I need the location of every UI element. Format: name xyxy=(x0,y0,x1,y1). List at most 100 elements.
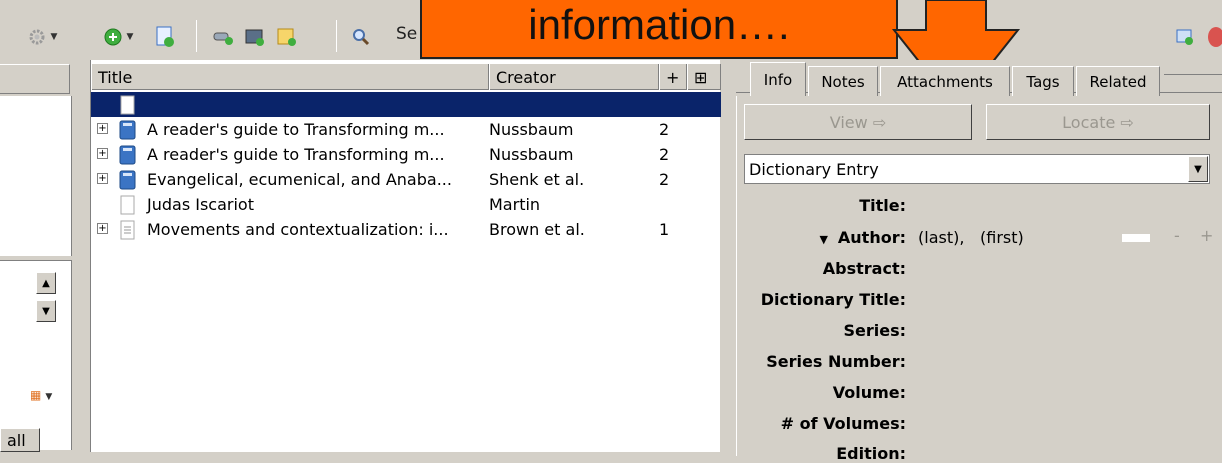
magic-wand-icon xyxy=(213,32,233,45)
table-row[interactable]: + A reader's guide to Transforming m... Nu… xyxy=(91,117,721,142)
tab-info-label: Info xyxy=(763,70,793,89)
field-author-text: Author: xyxy=(837,228,906,247)
remove-creator-button[interactable]: - xyxy=(1174,226,1180,245)
window-icon xyxy=(1176,29,1193,45)
item-pane: Info Notes Attachments Tags Related View… xyxy=(724,60,1222,463)
field-volume-label: Volume: xyxy=(832,383,906,402)
tab-tags-label: Tags xyxy=(1026,72,1060,91)
view-button-label: View ⇨ xyxy=(829,112,887,132)
book-icon xyxy=(119,120,136,140)
actions-menu-button[interactable]: ▼ xyxy=(20,24,64,50)
creator-menu-icon[interactable]: ▼ xyxy=(819,233,827,246)
deselect-all-label: all xyxy=(7,430,26,450)
expand-toggle-icon[interactable]: + xyxy=(97,123,108,134)
table-row[interactable]: Judas Iscariot Martin xyxy=(91,192,721,217)
item-creator: Brown et al. xyxy=(489,220,585,239)
author-first-field[interactable]: (first) xyxy=(980,228,1024,247)
chevron-up-icon: ▲ xyxy=(42,277,50,289)
locate-button[interactable]: Locate ⇨ xyxy=(986,104,1210,140)
item-child-count: 2 xyxy=(659,145,670,164)
tab-related[interactable]: Related xyxy=(1076,66,1160,96)
new-from-file-button[interactable] xyxy=(150,24,180,50)
field-num-volumes-label: # of Volumes: xyxy=(780,414,906,433)
expand-toggle-icon[interactable]: + xyxy=(97,223,108,234)
tag-selector-menu[interactable]: ▦ ▼ xyxy=(30,388,52,402)
book-icon xyxy=(119,170,136,190)
close-pane-button[interactable] xyxy=(1204,24,1222,50)
new-note-icon xyxy=(277,28,296,46)
table-row[interactable]: + A reader's guide to Transforming m... Nu… xyxy=(91,142,721,167)
chevron-down-icon: ▼ xyxy=(42,305,50,317)
field-edition-label: Edition: xyxy=(836,444,906,463)
new-item-button[interactable]: ▼ xyxy=(96,24,140,50)
tab-row-line xyxy=(1164,74,1222,75)
chevron-down-icon: ▼ xyxy=(1194,163,1202,175)
callout-text: information…. xyxy=(528,1,790,48)
add-by-identifier-button[interactable] xyxy=(208,24,238,50)
item-type-value: Dictionary Entry xyxy=(749,159,879,179)
new-note-button[interactable] xyxy=(272,24,302,50)
column-title[interactable]: Title xyxy=(91,64,489,90)
item-type-select[interactable]: Dictionary Entry ▼ xyxy=(744,154,1210,184)
items-column-header: Title Creator + ⊞ xyxy=(91,64,721,90)
view-button[interactable]: View ⇨ xyxy=(744,104,972,140)
field-series-label: Series: xyxy=(843,321,906,340)
locate-button-label: Locate ⇨ xyxy=(1062,112,1134,132)
scroll-up-button[interactable]: ▲ xyxy=(36,272,56,294)
item-creator: Shenk et al. xyxy=(489,170,585,189)
deselect-all-button[interactable]: all xyxy=(0,428,40,452)
item-title: A reader's guide to Transforming m... xyxy=(147,145,445,164)
add-creator-button[interactable]: + xyxy=(1200,226,1213,245)
author-last-field[interactable]: (last), xyxy=(918,228,964,247)
creator-mode-toggle[interactable] xyxy=(1122,234,1150,242)
expand-toggle-icon[interactable]: + xyxy=(97,173,108,184)
annotation-callout: information…. xyxy=(420,0,898,59)
attachment-button[interactable] xyxy=(240,24,270,50)
field-abstract-label: Abstract: xyxy=(822,259,906,278)
items-pane: Title Creator + ⊞ + A reader's guide to T… xyxy=(90,60,721,452)
scroll-down-button[interactable]: ▼ xyxy=(36,300,56,322)
item-creator: Martin xyxy=(489,195,541,214)
item-child-count: 2 xyxy=(659,170,670,189)
field-dictionary-title-label: Dictionary Title: xyxy=(760,290,906,309)
column-children-label: + xyxy=(666,67,680,87)
field-author-label: ▼ Author: xyxy=(819,228,906,247)
collections-header xyxy=(0,64,70,94)
table-row[interactable]: + Evangelical, ecumenical, and Anaba... Sh… xyxy=(91,167,721,192)
item-title: Judas Iscariot xyxy=(147,195,254,214)
tab-notes-label: Notes xyxy=(821,72,865,91)
item-child-count: 2 xyxy=(659,120,670,139)
column-title-label: Title xyxy=(98,67,133,87)
column-picker-icon: ⊞ xyxy=(694,67,708,87)
item-creator: Nussbaum xyxy=(489,145,574,164)
fullscreen-button[interactable] xyxy=(1172,24,1198,50)
toolbar-separator xyxy=(336,20,337,52)
collections-tree[interactable] xyxy=(0,96,72,256)
column-children[interactable]: + xyxy=(659,64,687,90)
tab-attachments[interactable]: Attachments xyxy=(880,66,1010,96)
document-icon xyxy=(120,95,135,115)
collections-pane: ▲ ▼ ▦ ▼ xyxy=(0,60,86,452)
table-row[interactable]: + Movements and contextualization: i... Br… xyxy=(91,217,721,242)
document-icon xyxy=(120,195,135,215)
field-title-label: Title: xyxy=(859,196,906,215)
add-circle-icon xyxy=(104,28,122,46)
expand-toggle-icon[interactable]: + xyxy=(97,148,108,159)
close-icon xyxy=(1208,27,1222,47)
toolbar-separator xyxy=(196,20,197,52)
tab-attachments-label: Attachments xyxy=(897,72,993,91)
column-creator[interactable]: Creator xyxy=(489,64,659,90)
color-grid-icon: ▦ xyxy=(30,388,42,402)
tab-tags[interactable]: Tags xyxy=(1012,66,1074,96)
field-series-number-label: Series Number: xyxy=(766,352,906,371)
tab-info[interactable]: Info xyxy=(750,62,806,96)
column-picker[interactable]: ⊞ xyxy=(687,64,721,90)
tab-related-label: Related xyxy=(1089,72,1147,91)
book-icon xyxy=(119,145,136,165)
chevron-down-icon: ▼ xyxy=(45,392,53,402)
dropdown-button[interactable]: ▼ xyxy=(1188,156,1208,182)
item-title: A reader's guide to Transforming m... xyxy=(147,120,445,139)
tab-notes[interactable]: Notes xyxy=(808,66,878,96)
advanced-search-button[interactable] xyxy=(346,24,376,50)
table-row[interactable] xyxy=(91,92,721,117)
